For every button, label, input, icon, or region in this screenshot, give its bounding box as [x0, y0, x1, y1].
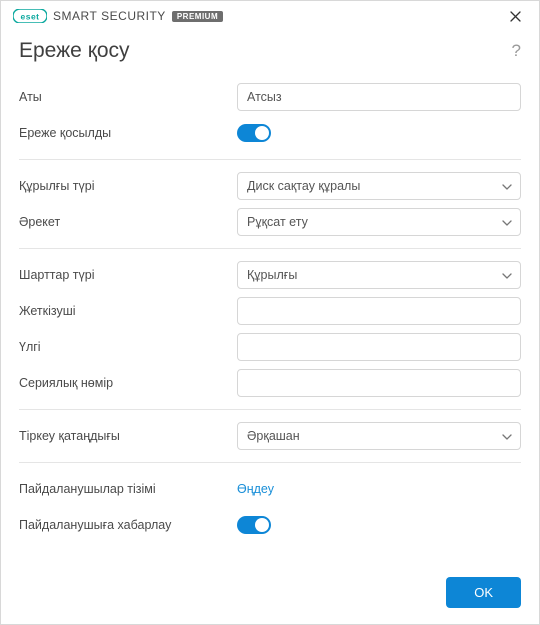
- ok-button[interactable]: OK: [446, 577, 521, 608]
- row-enabled: Ереже қосылды: [19, 117, 521, 149]
- row-logging: Тіркеу қатаңдығы Әрқашан: [19, 420, 521, 452]
- brand-badge: PREMIUM: [172, 11, 223, 22]
- criteria-label: Шарттар түрі: [19, 268, 237, 282]
- name-input[interactable]: [237, 83, 521, 111]
- brand-product: SMART SECURITY: [53, 9, 166, 23]
- enabled-toggle[interactable]: [237, 124, 271, 142]
- chevron-down-icon: [502, 268, 512, 282]
- users-label: Пайдаланушылар тізімі: [19, 482, 237, 496]
- chevron-down-icon: [502, 215, 512, 229]
- row-name: Аты: [19, 81, 521, 113]
- chevron-down-icon: [502, 179, 512, 193]
- footer: OK: [1, 565, 539, 624]
- row-criteria: Шарттар түрі Құрылғы: [19, 259, 521, 291]
- logging-label: Тіркеу қатаңдығы: [19, 429, 237, 443]
- row-users: Пайдаланушылар тізімі Өңдеу: [19, 473, 521, 505]
- logging-value: Әрқашан: [247, 429, 300, 443]
- row-vendor: Жеткізуші: [19, 295, 521, 327]
- name-label: Аты: [19, 90, 237, 104]
- divider: [19, 409, 521, 410]
- vendor-label: Жеткізуші: [19, 304, 237, 318]
- users-edit-link[interactable]: Өңдеу: [237, 482, 274, 496]
- row-action: Әрекет Рұқсат ету: [19, 206, 521, 238]
- vendor-input[interactable]: [237, 297, 521, 325]
- notify-toggle[interactable]: [237, 516, 271, 534]
- page-title: Ереже қосу: [19, 39, 130, 63]
- notify-label: Пайдаланушыға хабарлау: [19, 518, 237, 532]
- device-type-label: Құрылғы түрі: [19, 179, 237, 193]
- serial-label: Сериялық нөмір: [19, 376, 237, 390]
- device-type-select[interactable]: Диск сақтау құралы: [237, 172, 521, 200]
- row-device-type: Құрылғы түрі Диск сақтау құралы: [19, 170, 521, 202]
- serial-input[interactable]: [237, 369, 521, 397]
- header: Ереже қосу ?: [19, 39, 521, 63]
- eset-logo-icon: eset: [13, 9, 47, 23]
- close-icon: [510, 11, 521, 22]
- enabled-label: Ереже қосылды: [19, 126, 237, 140]
- chevron-down-icon: [502, 429, 512, 443]
- row-serial: Сериялық нөмір: [19, 367, 521, 399]
- row-model: Үлгі: [19, 331, 521, 363]
- criteria-value: Құрылғы: [247, 268, 297, 282]
- divider: [19, 159, 521, 160]
- brand: eset SMART SECURITY PREMIUM: [13, 9, 223, 23]
- action-value: Рұқсат ету: [247, 215, 308, 229]
- row-notify: Пайдаланушыға хабарлау: [19, 509, 521, 541]
- action-select[interactable]: Рұқсат ету: [237, 208, 521, 236]
- divider: [19, 248, 521, 249]
- help-button[interactable]: ?: [512, 41, 521, 61]
- model-label: Үлгі: [19, 340, 237, 354]
- logging-select[interactable]: Әрқашан: [237, 422, 521, 450]
- criteria-select[interactable]: Құрылғы: [237, 261, 521, 289]
- model-input[interactable]: [237, 333, 521, 361]
- device-type-value: Диск сақтау құралы: [247, 179, 360, 193]
- content: Ереже қосу ? Аты Ереже қосылды Құрылғы т…: [1, 31, 539, 565]
- dialog-add-rule: eset SMART SECURITY PREMIUM Ереже қосу ?…: [0, 0, 540, 625]
- close-button[interactable]: [501, 2, 529, 30]
- action-label: Әрекет: [19, 215, 237, 229]
- titlebar: eset SMART SECURITY PREMIUM: [1, 1, 539, 31]
- svg-text:eset: eset: [20, 12, 39, 22]
- divider: [19, 462, 521, 463]
